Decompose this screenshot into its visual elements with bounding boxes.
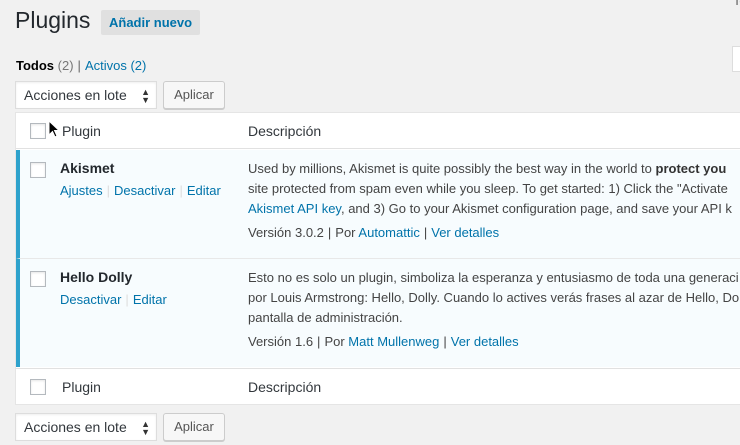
edit-link-hello-dolly[interactable]: Editar xyxy=(133,292,167,307)
edit-link-akismet[interactable]: Editar xyxy=(187,183,221,198)
screen-options-toggle[interactable]: To xyxy=(733,0,740,8)
deactivate-link-hello-dolly[interactable]: Desactivar xyxy=(60,292,121,307)
column-plugin-header: Plugin xyxy=(62,123,101,139)
settings-link[interactable]: Ajustes xyxy=(60,183,103,198)
author-link-matt-mullenweg[interactable]: Matt Mullenweg xyxy=(348,334,439,349)
plugin-name-akismet: Akismet xyxy=(60,160,115,176)
plugin-description-hello-dolly: Esto no es solo un plugin, simboliza la … xyxy=(248,270,740,325)
view-details-link-akismet[interactable]: Ver detalles xyxy=(431,225,499,240)
plugin-meta-hello-dolly: Versión 1.6 | Por Matt Mullenweg | Ver detal… xyxy=(248,334,519,349)
filter-active-link[interactable]: Activos (2) xyxy=(85,58,146,73)
table-header: Plugin Descripción xyxy=(16,113,740,149)
filter-separator: | xyxy=(77,58,81,73)
view-details-link-hello-dolly[interactable]: Ver detalles xyxy=(451,334,519,349)
select-all-checkbox[interactable] xyxy=(30,123,46,139)
mouse-cursor-icon xyxy=(48,120,60,138)
plugin-meta-akismet: Versión 3.0.2 | Por Automattic | Ver detalle… xyxy=(248,225,500,240)
bulk-actions-select-bottom[interactable]: Acciones en lote ▲ ▼ xyxy=(15,413,157,441)
select-arrows-icon: ▲ ▼ xyxy=(141,419,150,437)
plugin-status-filters: Todos (2) | Activos (2) xyxy=(16,58,146,73)
filter-all-link[interactable]: Todos (2) xyxy=(16,58,74,73)
plugins-table: Plugin Descripción Akismet Ajustes | Desac… xyxy=(15,112,740,405)
table-footer: Plugin Descripción xyxy=(16,368,740,405)
plugin-description-akismet: Used by millions, Akismet is quite possi… xyxy=(248,161,732,216)
author-link-automattic[interactable]: Automattic xyxy=(358,225,419,240)
deactivate-link-akismet[interactable]: Desactivar xyxy=(114,183,175,198)
apply-button-bottom[interactable]: Aplicar xyxy=(163,413,225,441)
akismet-api-key-link[interactable]: Akismet API key xyxy=(248,201,341,216)
bulk-actions-select-top[interactable]: Acciones en lote ▲ ▼ xyxy=(15,81,157,109)
search-input[interactable] xyxy=(732,46,740,72)
row-checkbox-akismet[interactable] xyxy=(30,162,46,178)
column-plugin-footer: Plugin xyxy=(62,379,101,395)
row-checkbox-hello-dolly[interactable] xyxy=(30,271,46,287)
table-row-hello-dolly: Hello Dolly Desactivar | Editar Esto no es… xyxy=(16,259,740,367)
column-description-footer: Descripción xyxy=(248,379,322,395)
apply-button-top[interactable]: Aplicar xyxy=(163,81,225,109)
plugin-name-hello-dolly: Hello Dolly xyxy=(60,269,133,285)
select-arrows-icon: ▲ ▼ xyxy=(141,87,150,105)
page-title: Plugins xyxy=(15,7,91,33)
add-new-button[interactable]: Añadir nuevo xyxy=(101,10,201,35)
row-actions-akismet: Ajustes | Desactivar | Editar xyxy=(60,183,221,198)
select-all-checkbox-footer[interactable] xyxy=(30,379,46,395)
table-row-akismet: Akismet Ajustes | Desactivar | Editar Used b… xyxy=(16,150,740,259)
column-description-header: Descripción xyxy=(248,123,322,139)
row-actions-hello-dolly: Desactivar | Editar xyxy=(60,292,167,307)
